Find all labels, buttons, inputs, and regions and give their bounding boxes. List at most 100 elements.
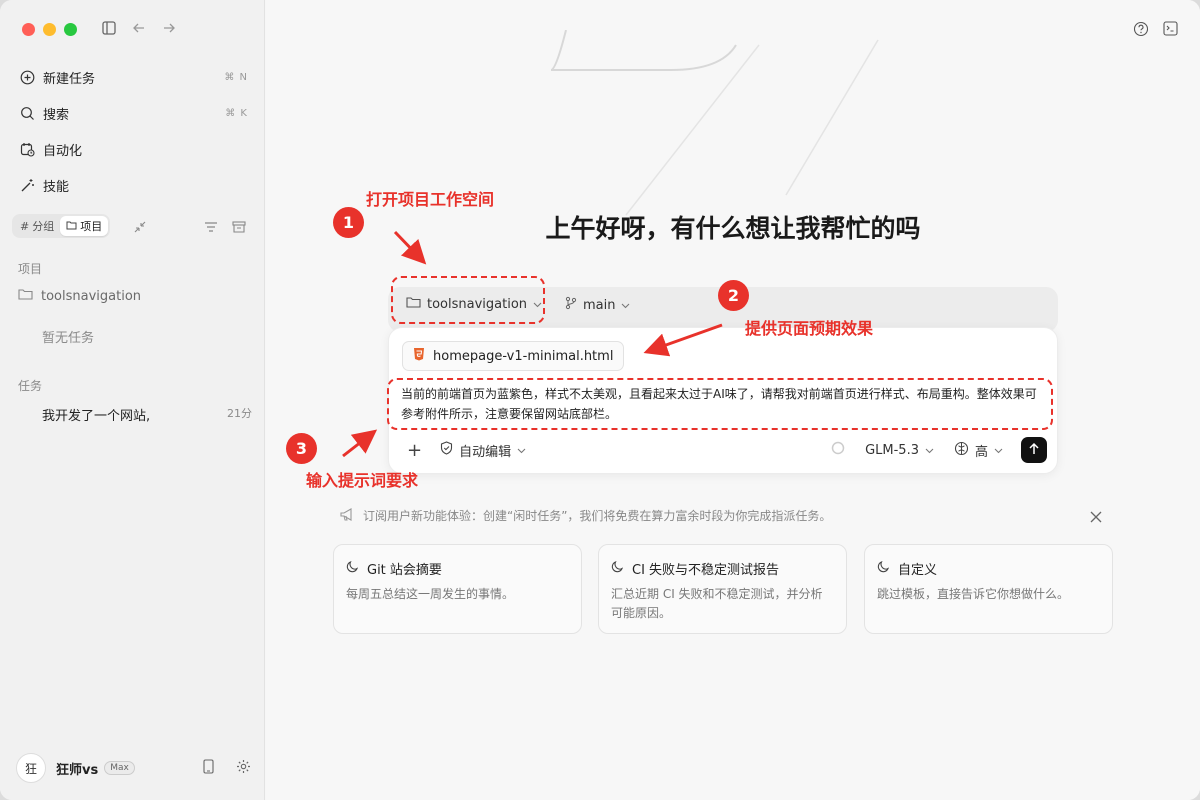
notice-text: 订阅用户新功能体验：创建“闲时任务”，我们将免费在算力富余时段为你完成指派任务。 [363, 509, 832, 523]
branch-selector[interactable]: main [565, 296, 630, 314]
close-window-button[interactable] [22, 23, 35, 36]
greeting-title: 上午好呀，有什么想让我帮忙的吗 [545, 214, 921, 243]
phone-icon[interactable] [203, 758, 214, 778]
feature-notice: 订阅用户新功能体验：创建“闲时任务”，我们将免费在算力富余时段为你完成指派任务。 [340, 507, 831, 524]
user-name: 狂师vs [56, 762, 99, 778]
arrow-up-icon [1028, 442, 1040, 459]
search-icon [18, 106, 36, 121]
template-title: Git 站会摘要 [367, 563, 442, 578]
attachment-name: homepage-v1-minimal.html [433, 348, 614, 364]
task-time: 21分 [227, 407, 252, 420]
send-button[interactable] [1021, 437, 1047, 463]
edit-mode-selector[interactable]: 自动编辑 [440, 441, 526, 460]
chevron-down-icon [621, 298, 630, 313]
nav-label: 搜索 [43, 107, 70, 123]
task-item[interactable]: 我开发了一个网站, 21分 [42, 405, 252, 424]
terminal-icon[interactable] [1163, 21, 1178, 41]
chevron-down-icon [994, 443, 1003, 458]
group-project-segment: # 分组 项目 [12, 214, 111, 238]
shortcut-hint: ⌘ N [224, 71, 248, 83]
project-item[interactable]: toolsnavigation [18, 288, 141, 304]
minimize-window-button[interactable] [43, 23, 56, 36]
segment-project[interactable]: 项目 [60, 216, 109, 236]
gear-icon[interactable] [236, 759, 251, 778]
html-file-icon [413, 347, 425, 365]
git-branch-icon [565, 296, 577, 314]
back-arrow-icon[interactable] [132, 21, 146, 35]
template-title: 自定义 [898, 563, 938, 578]
megaphone-icon [340, 507, 355, 524]
template-desc: 汇总近期 CI 失败和不稳定测试，并分析可能原因。 [611, 587, 823, 620]
edit-mode-label: 自动编辑 [459, 444, 512, 460]
moon-icon [611, 560, 624, 577]
sidebar-toggle-icon[interactable] [102, 21, 116, 35]
annotation-label: 提供页面预期效果 [745, 319, 874, 338]
template-card-custom[interactable]: 自定义 跳过模板，直接告诉它你想做什么。 [864, 544, 1113, 634]
brain-icon [954, 441, 969, 460]
branch-name: main [583, 297, 616, 313]
sidebar: 新建任务 ⌘ N 搜索 ⌘ K 自动化 技能 #分组 项目 项目 toolsn [0, 0, 265, 800]
help-icon[interactable] [1133, 21, 1149, 41]
attachment-chip[interactable]: homepage-v1-minimal.html [402, 341, 625, 371]
nav-label: 自动化 [43, 143, 83, 159]
nav-label: 技能 [43, 179, 70, 195]
archive-icon[interactable] [232, 218, 246, 237]
task-title: 我开发了一个网站, [42, 409, 151, 424]
annotation-box-workspace [391, 276, 545, 324]
forward-arrow-icon[interactable] [162, 21, 176, 35]
template-title: CI 失败与不稳定测试报告 [632, 563, 780, 578]
magic-wand-icon [18, 178, 36, 193]
moon-icon [346, 560, 359, 577]
nav-skills[interactable]: 技能 [18, 172, 248, 198]
filter-icon[interactable] [204, 218, 218, 237]
moon-icon [877, 560, 890, 577]
template-card-git[interactable]: Git 站会摘要 每周五总结这一周发生的事情。 [333, 544, 582, 634]
segment-project-label: 项目 [80, 220, 103, 233]
annotation-box-prompt [387, 378, 1053, 430]
template-desc: 跳过模板，直接告诉它你想做什么。 [877, 587, 1070, 601]
avatar[interactable]: 狂 [16, 753, 46, 783]
hash-icon: # [20, 219, 30, 233]
sidebar-top-controls [102, 21, 176, 35]
project-name: toolsnavigation [41, 288, 142, 304]
context-ring-icon [831, 441, 845, 459]
calendar-clock-icon [18, 142, 36, 157]
empty-tasks-text: 暂无任务 [42, 331, 95, 346]
collapse-icon[interactable] [134, 218, 146, 237]
shortcut-hint: ⌘ K [225, 107, 248, 119]
tasks-section-label: 任务 [18, 379, 43, 393]
close-icon[interactable] [1090, 508, 1102, 527]
annotation-number: 3 [286, 433, 317, 464]
projects-section-label: 项目 [18, 262, 43, 276]
nav-label: 新建任务 [43, 71, 96, 87]
user-footer: 狂 狂师vs Max [16, 753, 251, 783]
shield-icon [440, 441, 453, 459]
annotation-number: 2 [718, 280, 749, 311]
maximize-window-button[interactable] [64, 23, 77, 36]
annotation-label: 打开项目工作空间 [366, 190, 495, 209]
plan-badge: Max [104, 761, 135, 775]
chevron-down-icon [517, 443, 526, 458]
reasoning-level-label: 高 [974, 444, 988, 460]
annotation-label: 输入提示词要求 [306, 471, 419, 490]
template-desc: 每周五总结这一周发生的事情。 [346, 587, 515, 601]
segment-group[interactable]: # 分组 [14, 216, 60, 236]
annotation-number: 1 [333, 207, 364, 238]
nav-new-task[interactable]: 新建任务 ⌘ N [18, 64, 248, 90]
composer-toolbar: + 自动编辑 GLM-5.3 高 [407, 436, 1047, 464]
reasoning-level-selector[interactable]: 高 [954, 441, 1003, 460]
nav-search[interactable]: 搜索 ⌘ K [18, 100, 248, 126]
folder-icon [18, 288, 33, 304]
segment-group-label: 分组 [32, 220, 55, 233]
template-card-ci[interactable]: CI 失败与不稳定测试报告 汇总近期 CI 失败和不稳定测试，并分析可能原因。 [598, 544, 847, 634]
add-attachment-button[interactable]: + [407, 440, 422, 461]
plus-circle-icon [18, 70, 36, 85]
chevron-down-icon [925, 443, 934, 458]
nav-automation[interactable]: 自动化 [18, 136, 248, 162]
folder-icon [66, 220, 77, 233]
app-window: 新建任务 ⌘ N 搜索 ⌘ K 自动化 技能 #分组 项目 项目 toolsn [0, 0, 1200, 800]
model-selector[interactable]: GLM-5.3 [865, 443, 934, 458]
sidebar-list-tools [204, 218, 246, 237]
model-name: GLM-5.3 [865, 442, 919, 458]
main-top-icons [1133, 21, 1178, 41]
